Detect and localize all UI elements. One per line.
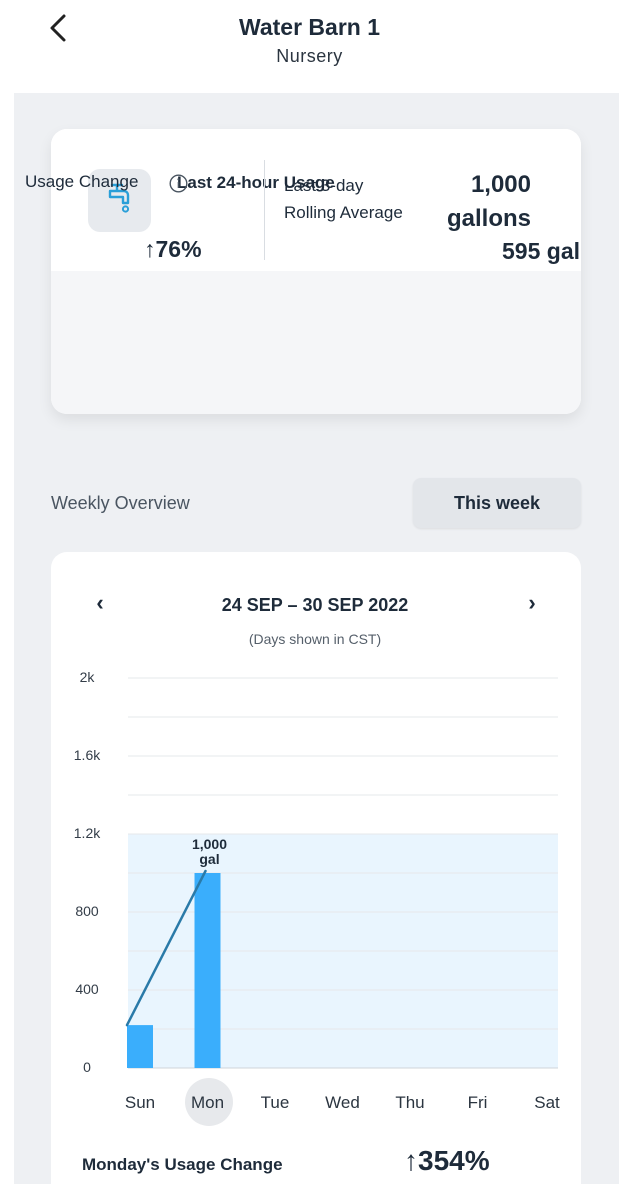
day-usage-change-label: Monday's Usage Change bbox=[82, 1155, 283, 1174]
x-tick-thu[interactable]: Thu bbox=[385, 1093, 435, 1113]
usage-change-number: 76% bbox=[155, 236, 202, 262]
x-tick-tue[interactable]: Tue bbox=[250, 1093, 300, 1113]
date-range: 24 SEP – 30 SEP 2022 bbox=[221, 595, 409, 615]
y-tick-label: 1.2k bbox=[73, 825, 101, 841]
arrow-up-icon: ↑ bbox=[144, 236, 156, 262]
next-week-icon[interactable]: › bbox=[520, 590, 544, 616]
day-usage-change-number: 354% bbox=[418, 1145, 490, 1176]
page-title: Water Barn 1 bbox=[238, 14, 381, 40]
day-usage-change-value: ↑354% bbox=[404, 1145, 490, 1177]
info-icon[interactable] bbox=[169, 174, 188, 193]
usage-change-label: Usage Change bbox=[25, 172, 139, 191]
header: Water Barn 1 Nursery bbox=[0, 0, 619, 93]
x-tick-sun[interactable]: Sun bbox=[115, 1093, 165, 1113]
usage-value-number: 1,000 bbox=[470, 171, 531, 198]
usage-value-unit: gallons bbox=[446, 205, 531, 232]
page-subtitle: Nursery bbox=[276, 46, 343, 66]
stats-divider bbox=[264, 160, 265, 260]
x-tick-mon[interactable]: Mon bbox=[183, 1093, 233, 1113]
y-tick-label: 400 bbox=[75, 981, 99, 997]
rolling-average-value: 595 gal bbox=[502, 238, 580, 264]
x-tick-sat[interactable]: Sat bbox=[522, 1093, 572, 1113]
y-tick-label: 2k bbox=[79, 669, 95, 685]
x-tick-wed[interactable]: Wed bbox=[318, 1093, 368, 1113]
usage-change-value: ↑76% bbox=[144, 236, 202, 263]
timezone-note: (Days shown in CST) bbox=[248, 631, 382, 647]
usage-card-bottom bbox=[51, 271, 581, 414]
rolling-average-label: Last 3-day Rolling Average bbox=[284, 172, 403, 226]
x-tick-fri[interactable]: Fri bbox=[453, 1093, 503, 1113]
y-tick-label: 800 bbox=[75, 903, 99, 919]
weekly-overview-label: Weekly Overview bbox=[51, 493, 190, 513]
arrow-up-icon: ↑ bbox=[404, 1145, 418, 1176]
usage-value: 1,000 gallons bbox=[447, 168, 531, 236]
rolling-average-label-line1: Last 3-day bbox=[284, 176, 364, 195]
y-tick-label: 1.6k bbox=[73, 747, 101, 763]
this-week-button[interactable]: This week bbox=[413, 478, 581, 528]
previous-week-icon[interactable]: ‹ bbox=[88, 590, 112, 616]
rolling-average-label-line2: Rolling Average bbox=[284, 203, 403, 222]
y-tick-label: 0 bbox=[83, 1059, 91, 1075]
